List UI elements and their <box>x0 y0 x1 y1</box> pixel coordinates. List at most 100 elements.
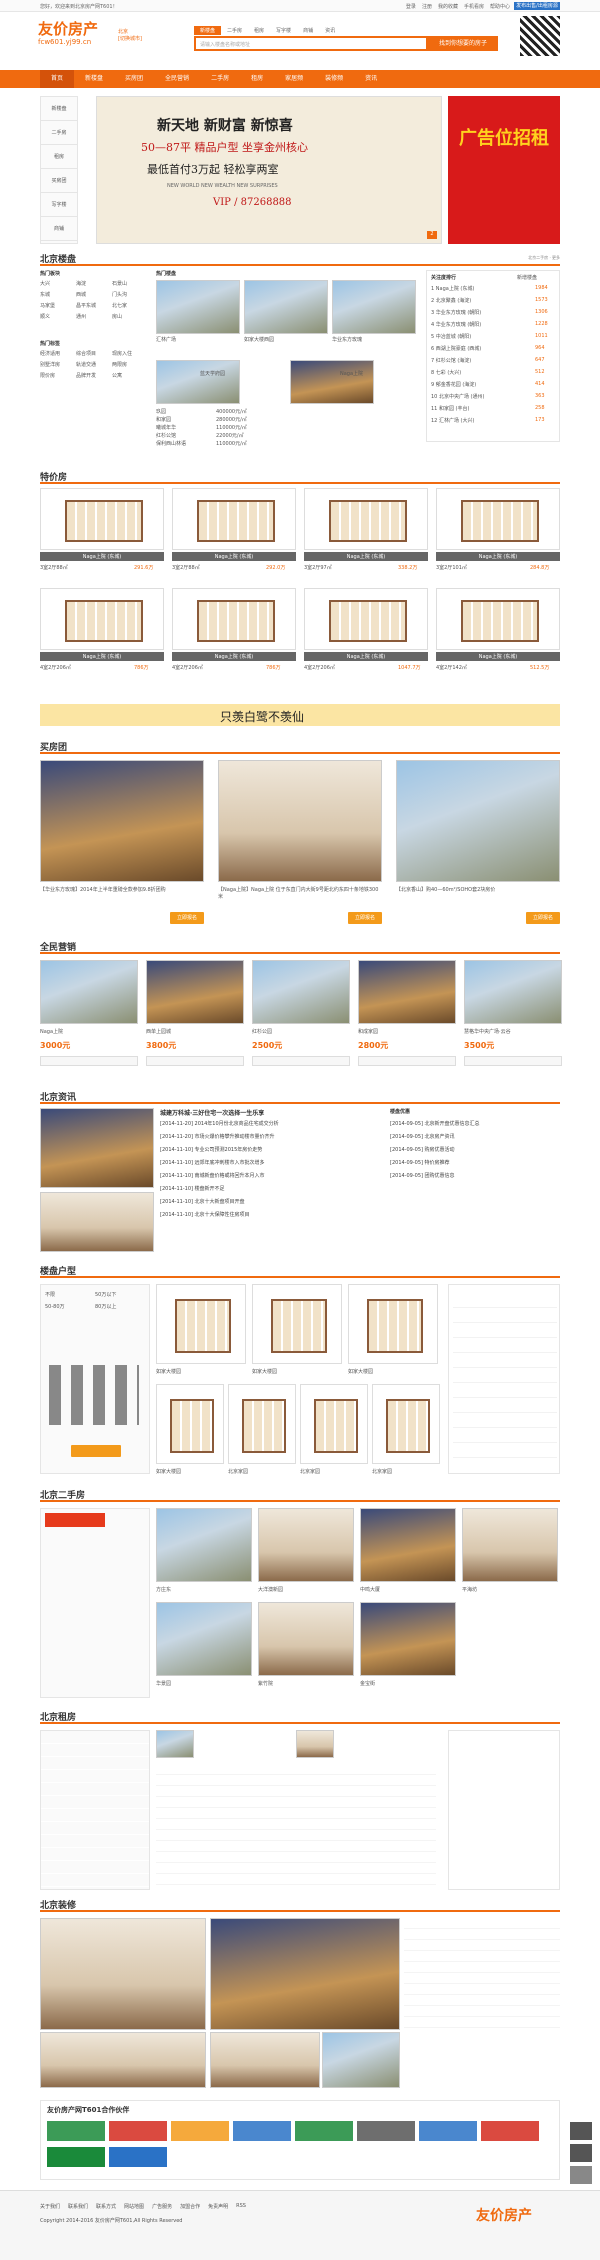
hot-tag-link[interactable]: 品牌开发 <box>76 372 96 379</box>
search-tab[interactable]: 商铺 <box>297 26 319 35</box>
special-title-bar[interactable]: Naga上院 (东城) <box>40 652 164 661</box>
search-input[interactable]: 请输入楼盘名称或地址 <box>194 36 428 51</box>
group-title[interactable]: 【华业东方玫瑰】2014年上半年重磅全款参加9.8折团购 <box>40 886 204 893</box>
partner-logo[interactable] <box>357 2121 415 2141</box>
footer-link[interactable]: 免责声明 <box>208 2203 228 2210</box>
marketing-action-button[interactable] <box>146 1056 244 1066</box>
second-house-photo[interactable] <box>156 1602 252 1676</box>
sidebar-item[interactable]: 新楼盘 <box>41 97 77 121</box>
signup-button[interactable]: 立即报名 <box>526 912 560 924</box>
hot-area-link[interactable]: 东城 <box>40 291 50 298</box>
special-title-bar[interactable]: Naga上院 (东城) <box>40 552 164 561</box>
search-tab[interactable]: 租房 <box>248 26 270 35</box>
partner-logo[interactable] <box>233 2121 291 2141</box>
project-name[interactable]: 蓝天学府园 <box>200 370 225 377</box>
marketing-photo[interactable] <box>40 960 138 1024</box>
price-row-name[interactable]: 和家园 <box>156 416 171 423</box>
second-house-photo[interactable] <box>462 1508 558 1582</box>
sidebar-item[interactable]: 二手房 <box>41 121 77 145</box>
floor-plan-image[interactable] <box>40 488 164 550</box>
room-type-icons[interactable] <box>49 1365 139 1425</box>
layout-name[interactable]: 如家大楼园 <box>348 1368 373 1375</box>
news-headline[interactable]: 城建万科城·三好住宅一次选择一生乐享 <box>160 1108 264 1117</box>
rent-photo[interactable] <box>156 1730 194 1758</box>
partner-logo[interactable] <box>47 2147 105 2167</box>
nav-item-home[interactable]: 首页 <box>40 70 75 88</box>
hot-area-link[interactable]: 西城 <box>76 291 86 298</box>
marketing-action-button[interactable] <box>252 1056 350 1066</box>
search-tab[interactable]: 写字楼 <box>270 26 297 35</box>
sidebar-item[interactable]: 租房 <box>41 145 77 169</box>
second-house-photo[interactable] <box>360 1508 456 1582</box>
rank-item[interactable]: 5 中冶蓝城 (朝阳) <box>431 333 471 340</box>
footer-link[interactable]: 网站地图 <box>124 2203 144 2210</box>
second-house-name[interactable]: 金宝街 <box>360 1680 375 1687</box>
search-tab[interactable]: 资讯 <box>319 26 341 35</box>
price-filter-option[interactable]: 50-80万 <box>45 1303 65 1310</box>
deco-photo[interactable] <box>40 1918 206 2030</box>
partner-logo[interactable] <box>419 2121 477 2141</box>
floor-plan-image[interactable] <box>304 588 428 650</box>
footer-link[interactable]: 关于我们 <box>40 2203 60 2210</box>
offer-item[interactable]: [2014-09-05] 北京房产资讯 <box>390 1133 455 1140</box>
sidebar-item[interactable]: 商铺 <box>41 217 77 241</box>
hot-tag-link[interactable]: 别墅洋房 <box>40 361 60 368</box>
layout-plan-image[interactable] <box>372 1384 440 1464</box>
marketing-name[interactable]: 红杉公园 <box>252 1028 272 1035</box>
rank-item[interactable]: 2 北京聚鑫 (海淀) <box>431 297 471 304</box>
layout-plan-image[interactable] <box>300 1384 368 1464</box>
floor-plan-image[interactable] <box>172 488 296 550</box>
news-item[interactable]: [2014-11-20] 市场火爆价格攀升推动楼市量价齐升 <box>160 1133 275 1140</box>
layout-name[interactable]: 北京家园 <box>372 1468 392 1475</box>
second-house-name[interactable]: 华景园 <box>156 1680 171 1687</box>
project-photo[interactable] <box>156 360 240 404</box>
footer-link[interactable]: RSS <box>236 2203 246 2210</box>
partner-logo[interactable] <box>109 2147 167 2167</box>
register-link[interactable]: 注册 <box>422 3 432 10</box>
news-item[interactable]: [2014-11-10] 北京十大保障性住房项目 <box>160 1211 250 1218</box>
top-link[interactable]: 我的收藏 <box>438 3 458 10</box>
marketing-name[interactable]: 和成家园 <box>358 1028 378 1035</box>
project-name[interactable]: 汇林广场 <box>156 336 176 343</box>
rank-item[interactable]: 6 西湖上院豪庭 (西城) <box>431 345 481 352</box>
nav-item[interactable]: 家居频 <box>274 70 314 88</box>
marketing-name[interactable]: Naga上院 <box>40 1028 63 1035</box>
group-title[interactable]: 【北京香山】购40—60m²/SOHO套2块房价 <box>396 886 560 893</box>
group-title[interactable]: 【Naga上院】Naga上院 位于东直门内大街9号距北约东四十条地铁300米 <box>218 886 382 900</box>
layout-name[interactable]: 如家大楼园 <box>252 1368 277 1375</box>
floor-plan-image[interactable] <box>40 588 164 650</box>
layout-name[interactable]: 北京家园 <box>300 1468 320 1475</box>
nav-item[interactable]: 全民营销 <box>154 70 200 88</box>
price-row-name[interactable]: 曦城年华 <box>156 424 176 431</box>
rank-item[interactable]: 3 华业东方玫瑰 (朝阳) <box>431 309 481 316</box>
news-item[interactable]: [2014-11-10] 专业公司预测2015年房价走势 <box>160 1146 262 1153</box>
hot-area-link[interactable]: 石景山 <box>112 280 127 287</box>
price-filter-option[interactable]: 50万以下 <box>95 1291 116 1298</box>
float-qq-icon[interactable] <box>570 2144 592 2162</box>
project-photo[interactable] <box>290 360 374 404</box>
float-share-icon[interactable] <box>570 2122 592 2140</box>
partner-logo[interactable] <box>109 2121 167 2141</box>
floor-plan-image[interactable] <box>304 488 428 550</box>
news-item[interactable]: [2014-11-10] 远郊年底冲刺楼市入市批次增多 <box>160 1159 265 1166</box>
top-link[interactable]: 手机看房 <box>464 3 484 10</box>
hot-area-link[interactable]: 海淀 <box>76 280 86 287</box>
special-title-bar[interactable]: Naga上院 (东城) <box>304 552 428 561</box>
project-name[interactable]: Naga上院 <box>340 370 363 377</box>
banner-pager[interactable]: 2 <box>427 231 437 239</box>
hot-tag-link[interactable]: 限价房 <box>40 372 55 379</box>
second-house-photo[interactable] <box>258 1508 354 1582</box>
section-links[interactable]: 北京二手房 · 更多 <box>528 255 560 261</box>
nav-item[interactable]: 新楼盘 <box>74 70 114 88</box>
signup-button[interactable]: 立即报名 <box>170 912 204 924</box>
marketing-action-button[interactable] <box>358 1056 456 1066</box>
ad-banner[interactable]: 广告位招租 <box>448 96 560 244</box>
offer-item[interactable]: [2014-09-05] 北京新开盘优惠信息汇总 <box>390 1120 480 1127</box>
special-title-bar[interactable]: Naga上院 (东城) <box>172 652 296 661</box>
layout-plan-image[interactable] <box>156 1384 224 1464</box>
hot-area-link[interactable]: 顺义 <box>40 313 50 320</box>
marketing-photo[interactable] <box>146 960 244 1024</box>
search-button[interactable]: 找到你想要的房子 <box>428 36 498 51</box>
marketing-photo[interactable] <box>464 960 562 1024</box>
hot-tag-link[interactable]: 公寓 <box>112 372 122 379</box>
